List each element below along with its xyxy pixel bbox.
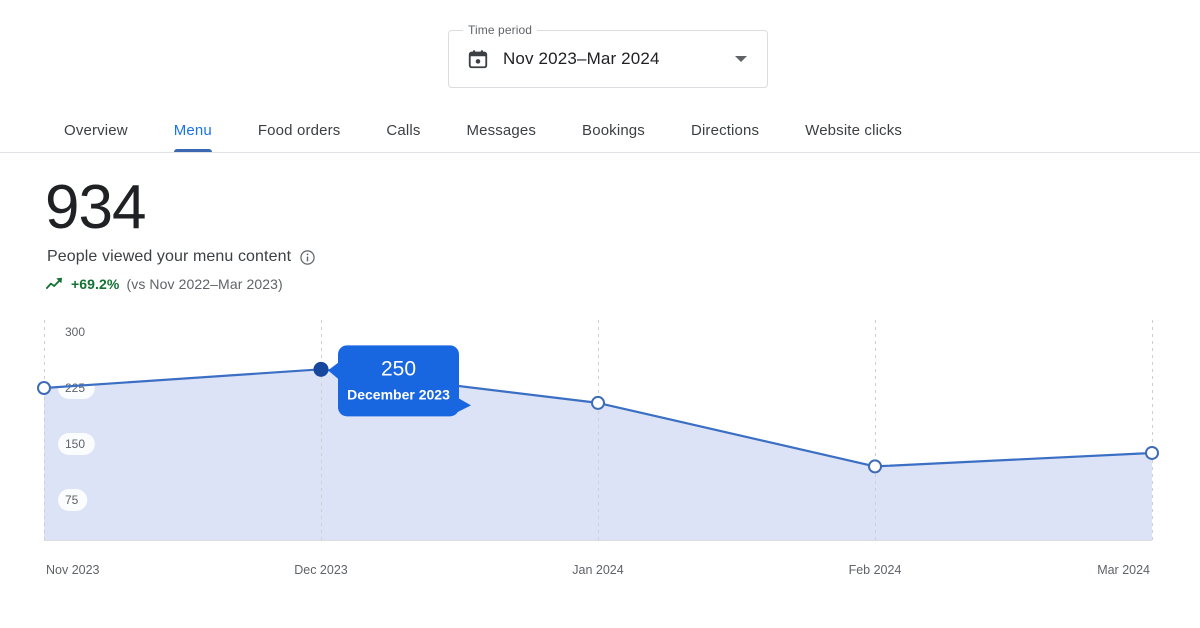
metric-chart: 300 225 150 75 Nov 2023 Dec 2023 Jan 2024 Feb … (0, 312, 1200, 592)
metric-delta-comparison: (vs Nov 2022–Mar 2023) (126, 276, 283, 292)
chart-y-tick-label: 300 (65, 325, 85, 339)
tooltip-value: 250 (381, 357, 416, 380)
analytics-page: Time period Nov 2023–Mar 2024 Overview M… (0, 0, 1200, 628)
chart-x-tick-label: Mar 2024 (1097, 563, 1150, 577)
tab-website-clicks[interactable]: Website clicks (805, 108, 902, 153)
tabs-divider (0, 152, 1200, 153)
tab-food-orders[interactable]: Food orders (258, 108, 341, 153)
chart-tooltip: 250 December 2023 (328, 345, 471, 417)
metric-tabs[interactable]: Overview Menu Food orders Calls Messages… (0, 108, 1200, 153)
tab-overview[interactable]: Overview (64, 108, 128, 153)
chart-point[interactable] (591, 395, 605, 410)
time-period-value: Nov 2023–Mar 2024 (503, 49, 660, 68)
trending-up-icon (45, 276, 64, 292)
metric-total-value: 934 (45, 173, 146, 242)
metric-delta-percent: +69.2% (71, 276, 120, 292)
tab-bookings[interactable]: Bookings (582, 108, 645, 153)
tab-calls[interactable]: Calls (386, 108, 420, 153)
chart-x-axis-labels: Nov 2023 Dec 2023 Jan 2024 Feb 2024 Mar 2024 (46, 563, 1150, 577)
chart-svg: 300 225 150 75 Nov 2023 Dec 2023 Jan 2024 Feb … (37, 320, 1159, 577)
calendar-icon (467, 48, 489, 70)
info-icon[interactable] (299, 249, 316, 266)
chart-x-tick-label: Dec 2023 (294, 563, 348, 577)
chart-x-tick-label: Jan 2024 (572, 563, 623, 577)
chevron-down-icon[interactable] (735, 56, 747, 62)
tooltip-label: December 2023 (347, 386, 450, 402)
chart-y-tick-label: 75 (65, 493, 79, 507)
tab-messages[interactable]: Messages (466, 108, 536, 153)
chart-y-tick-label: 150 (65, 437, 85, 451)
chart-point[interactable] (868, 459, 882, 474)
time-period-legend: Time period (463, 23, 538, 37)
chart-x-tick-label: Feb 2024 (849, 563, 902, 577)
tooltip-box (338, 345, 459, 417)
chart-x-tick-label: Nov 2023 (46, 563, 100, 577)
tab-menu[interactable]: Menu (174, 108, 212, 153)
time-period-selector[interactable]: Time period Nov 2023–Mar 2024 (448, 23, 768, 88)
time-period-field[interactable]: Time period Nov 2023–Mar 2024 (448, 23, 768, 88)
metric-delta-row: +69.2% (vs Nov 2022–Mar 2023) (45, 276, 283, 292)
chart-point-active[interactable] (313, 361, 329, 377)
metric-description: People viewed your menu content (47, 248, 292, 265)
metric-label-row: People viewed your menu content (47, 248, 316, 266)
chart-point[interactable] (1145, 445, 1159, 460)
tab-directions[interactable]: Directions (691, 108, 759, 153)
chart-point[interactable] (37, 381, 51, 395)
chart-y-tick-label: 225 (65, 381, 85, 395)
